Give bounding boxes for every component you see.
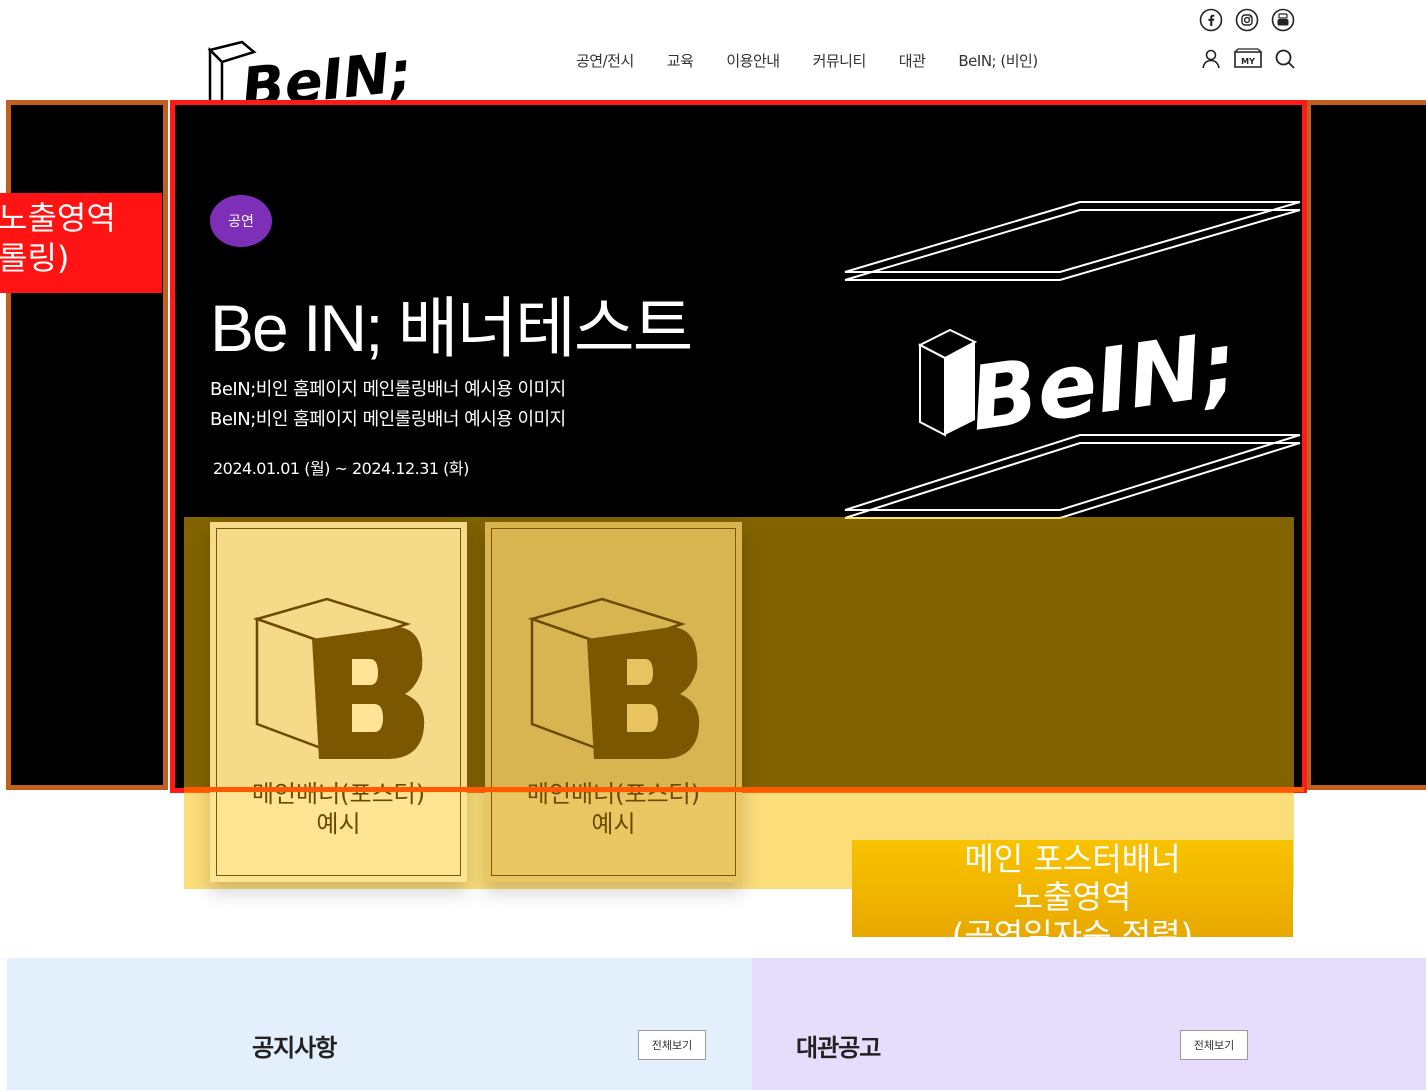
notice-section: 공지사항 전체보기 [7, 958, 752, 1090]
search-icon[interactable] [1273, 47, 1297, 71]
main-nav: 공연/전시 교육 이용안내 커뮤니티 대관 BeIN; (비인) [576, 50, 1071, 71]
sns-links [1199, 8, 1295, 32]
banner-artwork: BeIN; [844, 201, 1301, 519]
instagram-icon[interactable] [1235, 8, 1259, 32]
nav-guide[interactable]: 이용안내 [726, 50, 780, 71]
rental-title: 대관공고 [796, 1034, 881, 1062]
nav-performance[interactable]: 공연/전시 [576, 50, 634, 71]
caption-line: 예시 [591, 810, 636, 838]
utility-menu: MY [1199, 47, 1297, 71]
poster-card[interactable]: 메인배너(포스터) 예시 [485, 522, 742, 882]
art-logo-text: BeIN; [964, 311, 1244, 450]
youtube-icon[interactable] [1271, 8, 1295, 32]
user-icon[interactable] [1199, 47, 1223, 71]
rental-view-all-button[interactable]: 전체보기 [1180, 1030, 1248, 1060]
caption-line: 메인배너(포스터) [526, 780, 701, 808]
rolling-label-line: 노출영역 [0, 199, 116, 237]
poster-area-label: 메인 포스터배너 노출영역 (공연일자순 정렬) [852, 840, 1293, 937]
banner-description: BeIN;비인 홈페이지 메인롤링배너 예시용 이미지 BeIN;비인 홈페이지… [210, 375, 566, 435]
svg-text:MY: MY [1241, 57, 1255, 66]
facebook-icon[interactable] [1199, 8, 1223, 32]
rental-section: 대관공고 전체보기 [752, 958, 1426, 1090]
poster-label-line: 메인 포스터배너 [964, 840, 1181, 878]
banner-bottom-line [184, 787, 1304, 792]
rolling-label-line: 롤링) [0, 239, 70, 277]
next-slide-area[interactable] [1306, 100, 1426, 790]
rolling-area-label: 노출영역 롤링) [0, 193, 162, 293]
notice-title: 공지사항 [252, 1034, 337, 1062]
nav-education[interactable]: 교육 [667, 50, 694, 71]
poster-card[interactable]: 메인배너(포스터) 예시 [210, 522, 467, 882]
caption-line: 메인배너(포스터) [251, 780, 426, 808]
nav-about[interactable]: BeIN; (비인) [958, 50, 1038, 71]
banner-title: Be IN; 배너테스트 [210, 291, 693, 365]
nav-rental[interactable]: 대관 [899, 50, 926, 71]
category-badge: 공연 [210, 195, 272, 247]
caption-line: 예시 [316, 810, 361, 838]
my-icon[interactable]: MY [1233, 48, 1263, 70]
banner-desc-line: BeIN;비인 홈페이지 메인롤링배너 예시용 이미지 [210, 409, 566, 430]
poster-label-line: (공연일자순 정렬) [951, 916, 1194, 937]
banner-date: 2024.01.01 (월) ~ 2024.12.31 (화) [213, 459, 469, 478]
nav-community[interactable]: 커뮤니티 [813, 50, 867, 71]
cube-b-icon [252, 597, 425, 759]
notice-view-all-button[interactable]: 전체보기 [638, 1030, 706, 1060]
poster-label-line: 노출영역 [1013, 878, 1132, 916]
cube-b-icon [527, 597, 700, 759]
banner-desc-line: BeIN;비인 홈페이지 메인롤링배너 예시용 이미지 [210, 379, 566, 400]
